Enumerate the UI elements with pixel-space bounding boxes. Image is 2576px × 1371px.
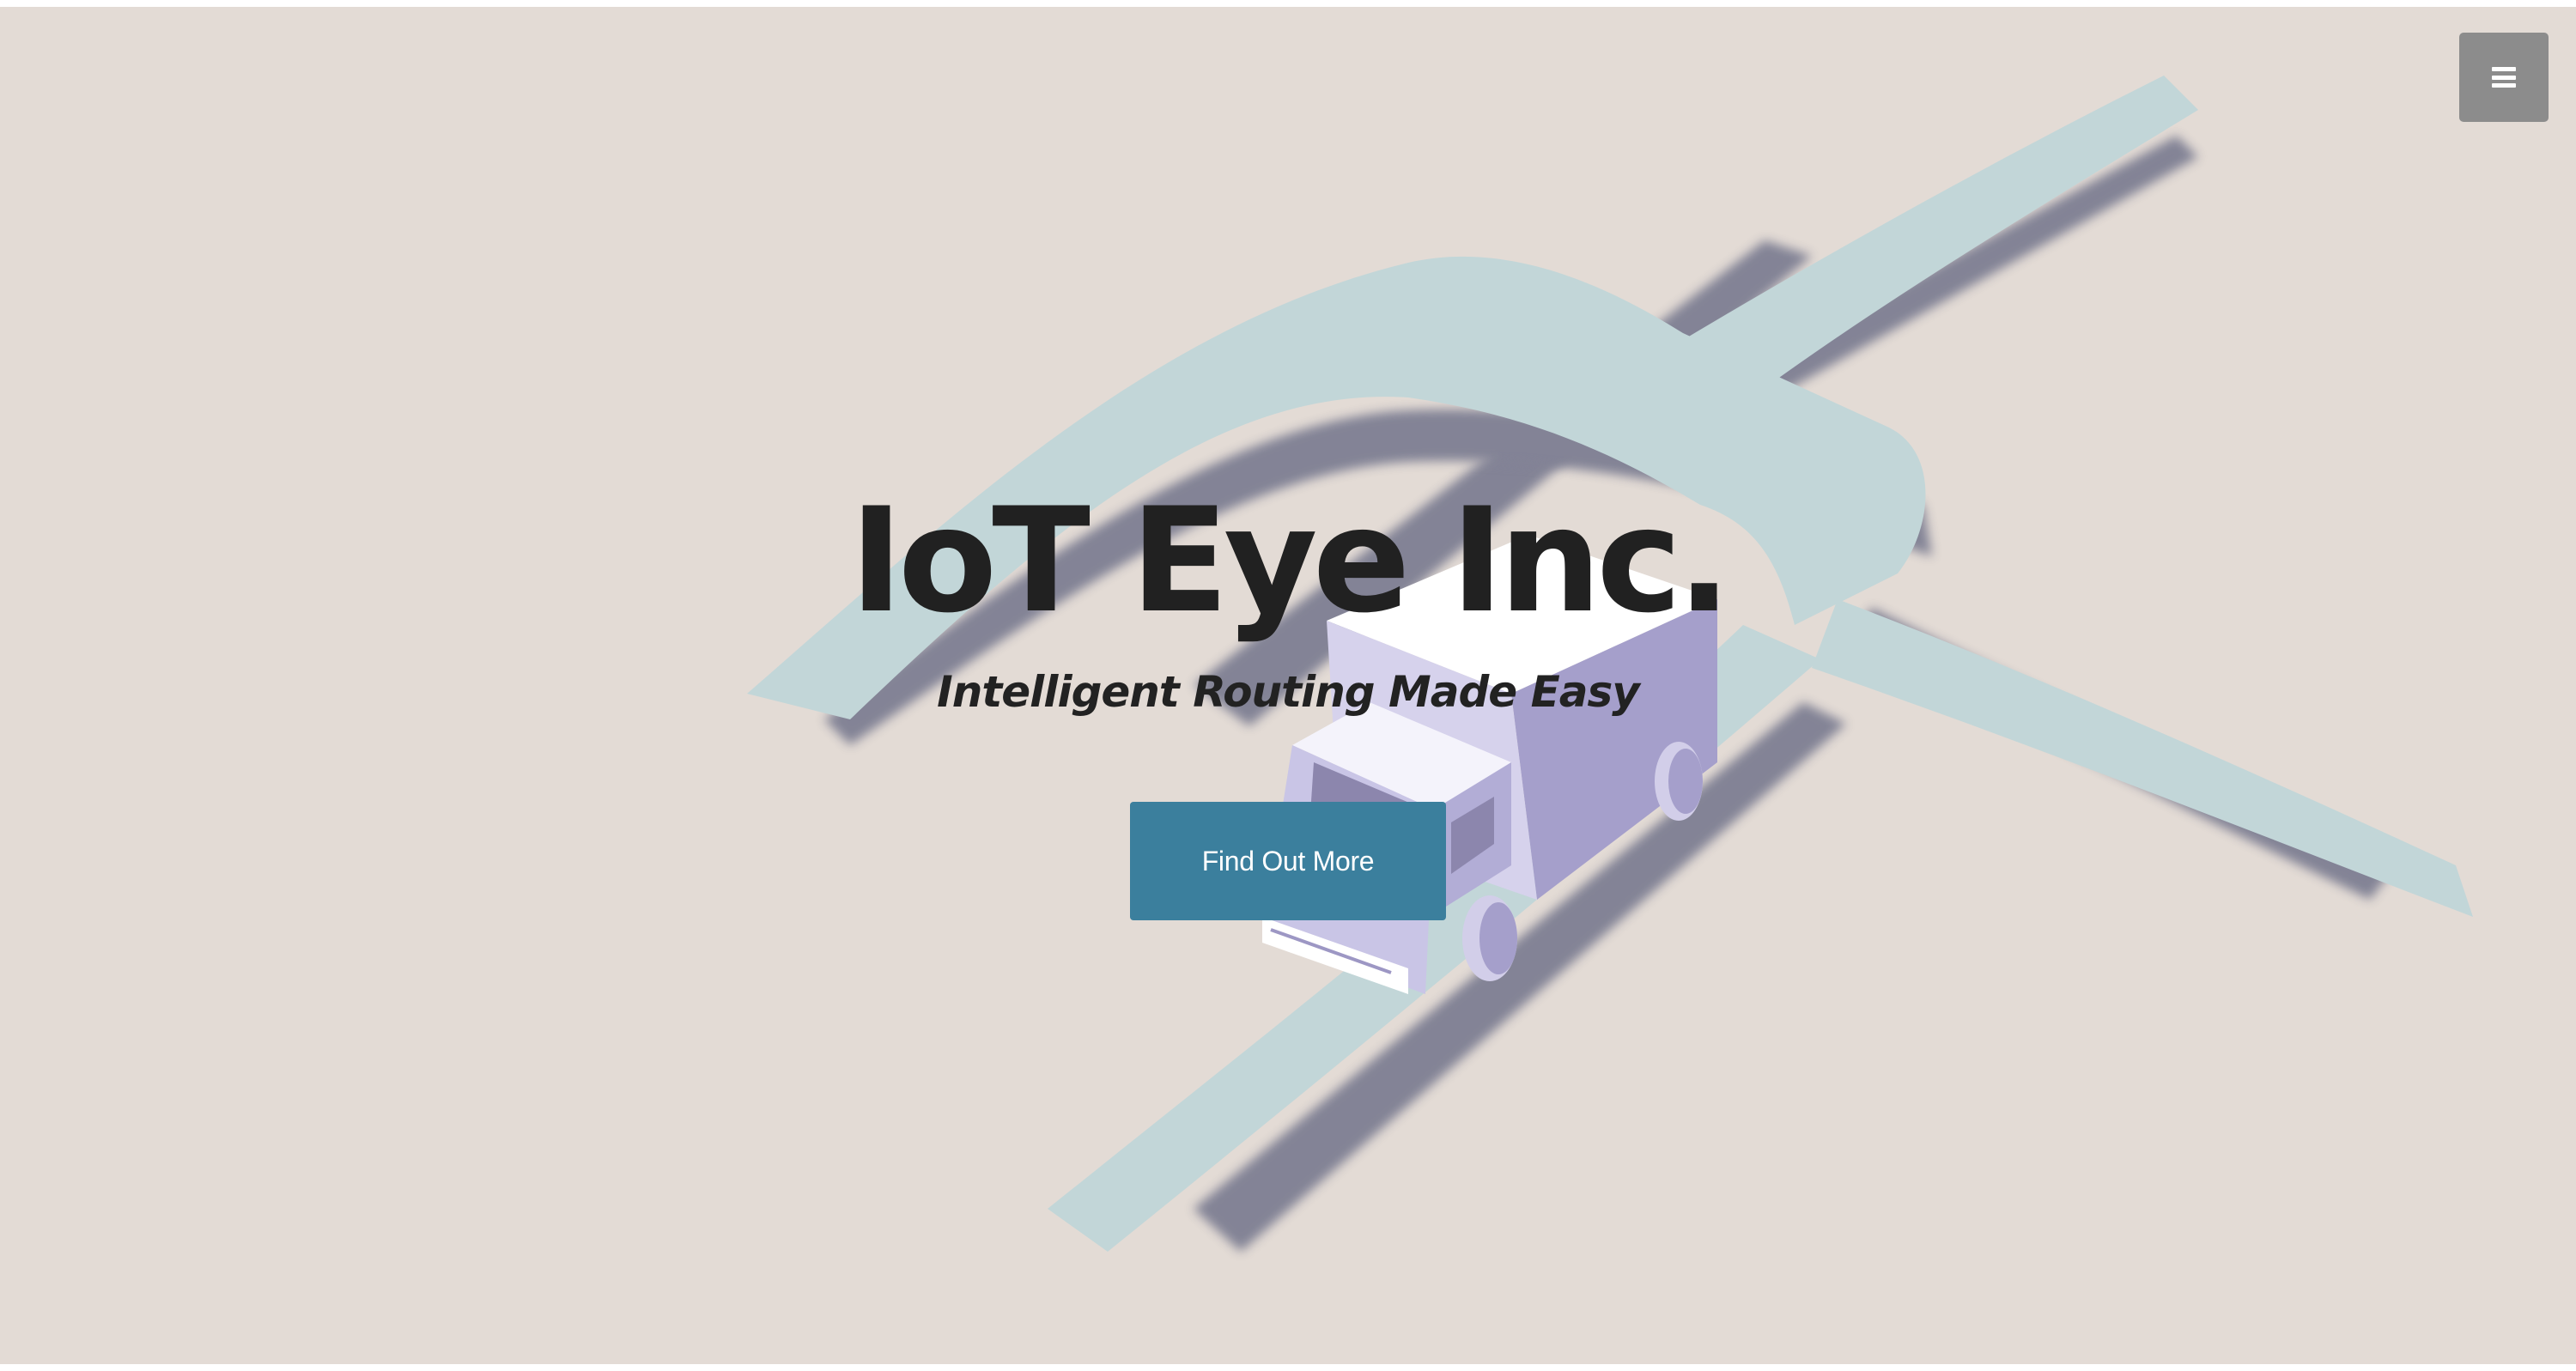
landing-page: IoT Eye Inc. Intelligent Routing Made Ea…: [0, 7, 2576, 1364]
hero-subtitle: Intelligent Routing Made Easy: [937, 667, 1640, 717]
hero-title: IoT Eye Inc.: [849, 476, 1731, 645]
hamburger-menu-icon: [2492, 67, 2516, 88]
menu-toggle-button[interactable]: [2459, 33, 2549, 122]
find-out-more-button[interactable]: Find Out More: [1130, 802, 1446, 920]
